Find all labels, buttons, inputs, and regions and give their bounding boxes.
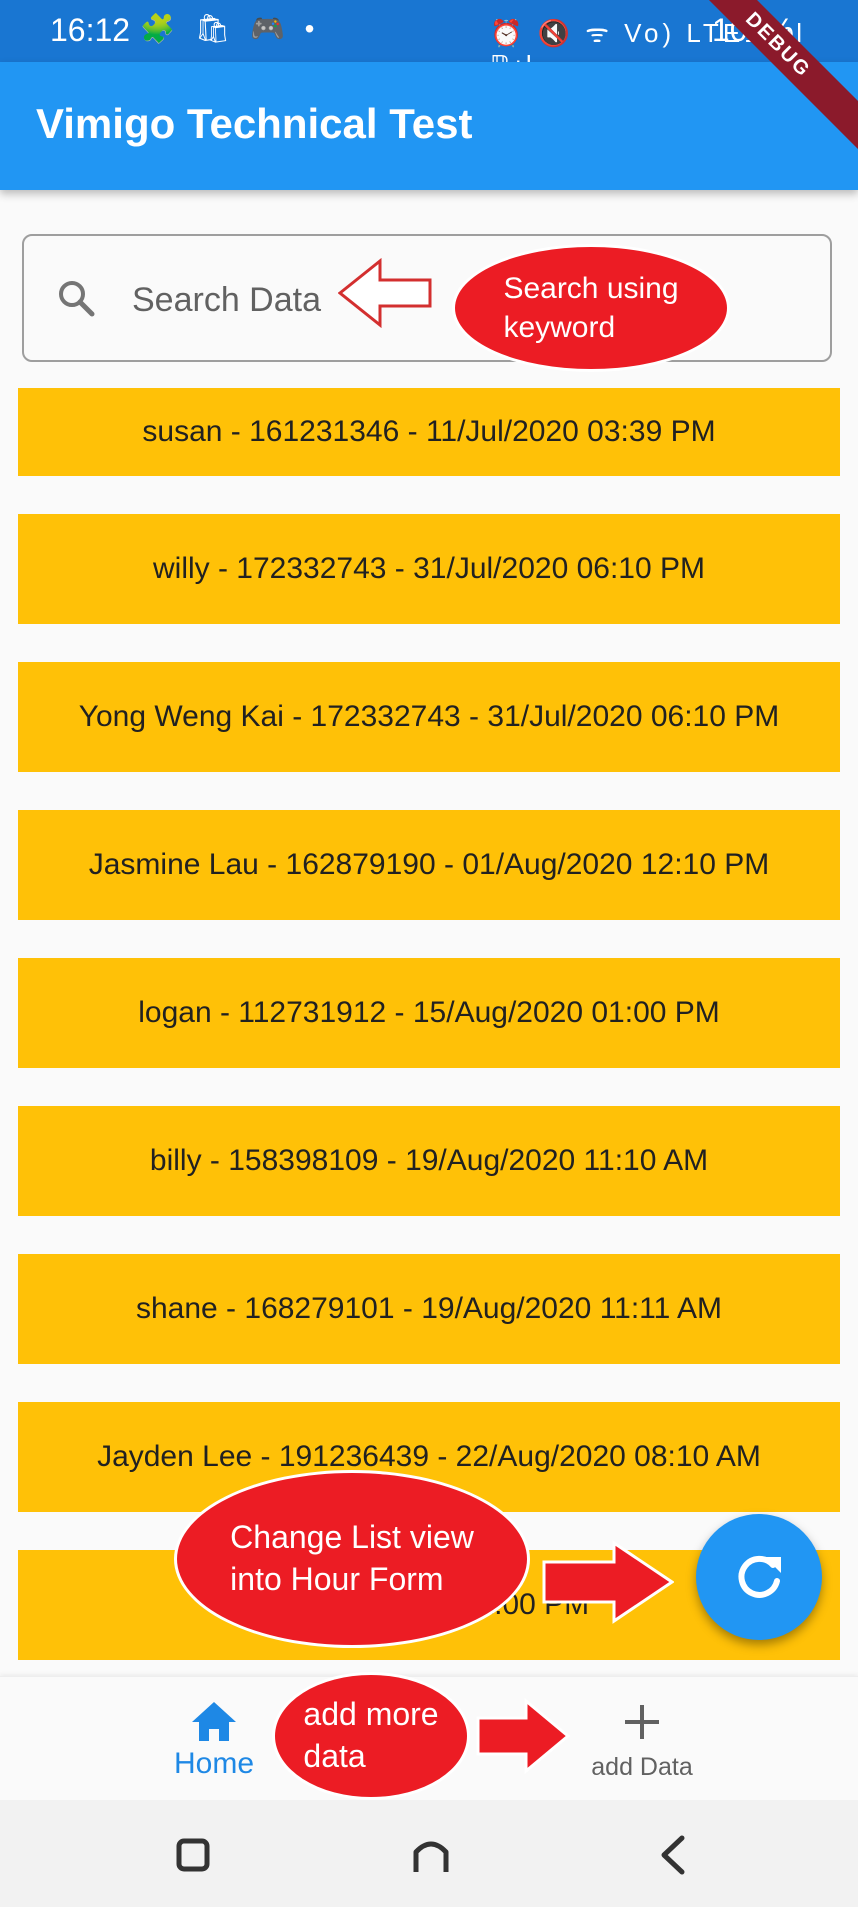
list-item[interactable]: Jasmine Lau - 162879190 - 01/Aug/2020 12…	[18, 810, 840, 920]
annotation-arrow-right-icon	[542, 1540, 674, 1624]
plus-icon	[625, 1705, 659, 1739]
system-navigation-bar	[0, 1800, 858, 1907]
back-icon[interactable]	[650, 1830, 700, 1880]
list-item[interactable]: Yong Weng Kai - 172332743 - 31/Jul/2020 …	[18, 662, 840, 772]
home-button-icon[interactable]	[406, 1830, 456, 1880]
annotation-arrow-left-icon	[338, 258, 432, 328]
list-item[interactable]: willy - 172332743 - 31/Jul/2020 06:10 PM	[18, 514, 840, 624]
search-icon	[59, 281, 95, 317]
annotation-add-data: add more data	[272, 1672, 470, 1800]
home-icon	[192, 1702, 236, 1741]
status-time: 16:12	[50, 12, 131, 48]
app-bar: Vimigo Technical Test	[0, 62, 858, 190]
nav-label-add-data: add Data	[591, 1753, 693, 1781]
annotation-search: Search using keyword	[452, 244, 730, 372]
refresh-icon	[738, 1555, 781, 1598]
recent-apps-icon[interactable]	[168, 1830, 218, 1880]
list-item[interactable]: shane - 168279101 - 19/Aug/2020 11:11 AM	[18, 1254, 840, 1364]
nav-item-add-data[interactable]: add Data	[542, 1677, 742, 1801]
list-item[interactable]: logan - 112731912 - 15/Aug/2020 01:00 PM	[18, 958, 840, 1068]
list-item[interactable]: susan - 161231346 - 11/Jul/2020 03:39 PM	[18, 388, 840, 476]
notification-icons: 🧩 🛍 🎮 •	[140, 13, 321, 44]
refresh-fab-button[interactable]	[696, 1514, 822, 1640]
annotation-arrow-right-icon	[476, 1698, 570, 1774]
annotation-list-view: Change List view into Hour Form	[174, 1470, 530, 1648]
page-title: Vimigo Technical Test	[36, 100, 473, 147]
list-item[interactable]: billy - 158398109 - 19/Aug/2020 11:10 AM	[18, 1106, 840, 1216]
